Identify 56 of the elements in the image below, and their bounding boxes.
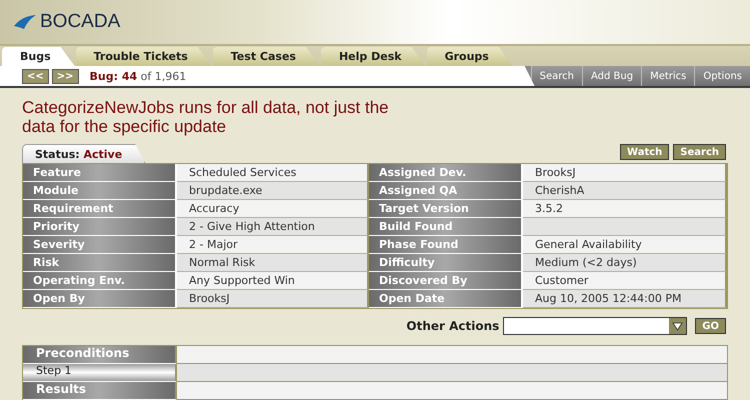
field-label: Phase Found [369,236,523,254]
action-button[interactable]: Search [673,144,726,160]
field-label: Risk [23,254,177,272]
field-value: CherishA [523,182,727,200]
go-button[interactable]: GO [695,318,726,334]
field-value: General Availability [523,236,727,254]
field-value: Aug 10, 2005 12:44:00 PM [523,290,727,308]
caret-icon [669,318,686,334]
status-tab[interactable]: Status: Active [22,144,146,163]
field-label: Assigned QA [369,182,523,200]
tab[interactable]: Bugs [2,47,75,66]
field-label: Operating Env. [23,272,177,290]
field-value: BrooksJ [523,164,727,182]
bug-title: CategorizeNewJobs runs for all data, not just the data for the specific update [22,98,390,136]
other-actions-dropdown[interactable] [503,317,688,335]
section-label: Preconditions [23,346,177,364]
step-label: Step 1 [23,364,177,382]
field-label: Module [23,182,177,200]
field-value: 3.5.2 [523,200,727,218]
field-label: Priority [23,218,177,236]
field-label: Discovered By [369,272,523,290]
tab[interactable]: Test Cases [212,47,320,66]
previous-button[interactable]: << [22,68,49,84]
field-label: Build Found [369,218,523,236]
field-value: Any Supported Win [177,272,369,290]
toolbar-button[interactable]: Search [530,66,582,86]
swoosh-logo-icon [12,12,38,32]
field-value: Medium (<2 days) [523,254,727,272]
field-value: Normal Risk [177,254,369,272]
tab[interactable]: Trouble Tickets [76,47,212,66]
field-label: Open By [23,290,177,308]
field-value: brupdate.exe [177,182,369,200]
field-label: Requirement [23,200,177,218]
field-label: Assigned Dev. [369,164,523,182]
field-value: Customer [523,272,727,290]
tab[interactable]: Groups [426,47,513,66]
field-value: Accuracy [177,200,369,218]
field-label: Open Date [369,290,523,308]
bug-counter: Bug: 44 of 1,961 [90,70,186,82]
field-value: 2 - Give High Attention [177,218,369,236]
field-value: BrooksJ [177,290,369,308]
other-actions-label: Other Actions [406,319,500,333]
logo-text: BOCADA [40,11,120,33]
toolbar-button[interactable]: Add Bug [582,66,642,86]
field-label: Target Version [369,200,523,218]
tab[interactable]: Help Desk [320,47,426,66]
next-button[interactable]: >> [52,68,79,84]
action-button[interactable]: Watch [620,144,670,160]
toolbar-button[interactable]: Metrics [641,66,694,86]
field-label: Feature [23,164,177,182]
field-value: Scheduled Services [177,164,369,182]
toolbar-button[interactable]: Options [694,66,750,86]
section-label: Results [23,382,177,400]
field-value: 2 - Major [177,236,369,254]
field-label: Difficulty [369,254,523,272]
field-label: Severity [23,236,177,254]
